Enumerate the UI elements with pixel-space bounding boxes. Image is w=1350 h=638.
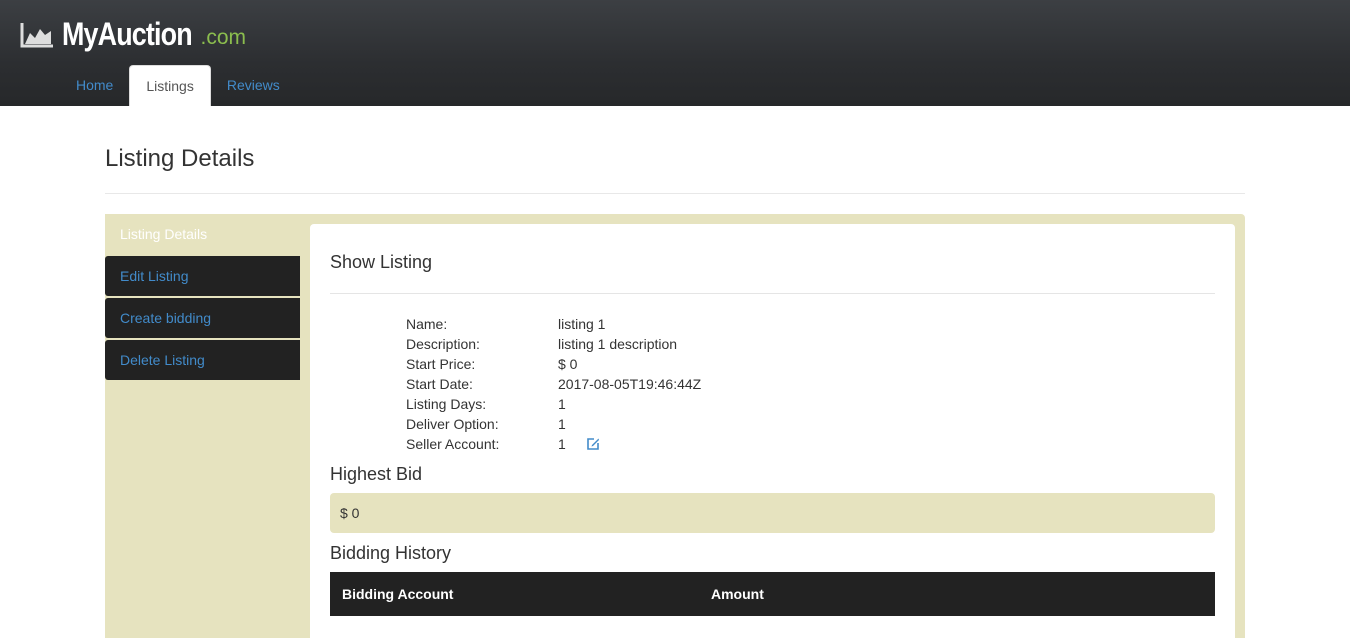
listing-content: Show Listing Name: listing 1 Description… (310, 224, 1235, 638)
sidebar-item-delete-listing[interactable]: Delete Listing (105, 340, 300, 380)
detail-label: Name: (406, 316, 448, 332)
brand-logo[interactable]: MyAuction .com (20, 14, 246, 54)
edit-icon[interactable] (586, 437, 600, 451)
bidding-history-heading: Bidding History (330, 543, 452, 563)
brand-suffix: .com (200, 26, 247, 49)
detail-value: listing 1 description (558, 336, 678, 352)
detail-label: Listing Days: (406, 396, 487, 412)
tab-listings[interactable]: Listings (129, 65, 211, 106)
sidebar-item-create-bidding[interactable]: Create bidding (105, 298, 300, 338)
column-header-amount: Amount (711, 586, 764, 602)
detail-value: 1 (558, 396, 566, 412)
sidebar-item-listing-details[interactable]: Listing Details (105, 214, 300, 254)
detail-label: Deliver Option: (406, 416, 499, 432)
brand-name: MyAuction (62, 16, 193, 52)
column-header-bidding-account: Bidding Account (342, 586, 454, 602)
area-chart-icon (20, 23, 53, 48)
detail-value: 1 (558, 436, 566, 452)
divider (330, 293, 1215, 294)
show-listing-heading: Show Listing (330, 252, 433, 272)
detail-value: 1 (558, 416, 566, 432)
detail-value: listing 1 (558, 316, 606, 332)
sidebar-item-edit-listing[interactable]: Edit Listing (105, 256, 300, 296)
detail-label: Description: (406, 336, 480, 352)
detail-value: $ 0 (558, 356, 578, 372)
detail-label: Start Date: (406, 376, 473, 392)
detail-label: Start Price: (406, 356, 476, 372)
top-navbar: MyAuction .com Home Listings Reviews (0, 0, 1350, 106)
main-nav: Home Listings Reviews (60, 65, 296, 106)
tab-home[interactable]: Home (60, 65, 129, 106)
tab-reviews[interactable]: Reviews (211, 65, 296, 106)
page-title: Listing Details (105, 145, 255, 172)
highest-bid-heading: Highest Bid (330, 464, 423, 484)
divider (105, 193, 1245, 194)
detail-label: Seller Account: (406, 436, 500, 452)
bidding-history-table-header: Bidding Account Amount (330, 572, 1215, 616)
highest-bid-value: $ 0 (330, 493, 1215, 533)
detail-value: 2017-08-05T19:46:44Z (558, 376, 702, 392)
